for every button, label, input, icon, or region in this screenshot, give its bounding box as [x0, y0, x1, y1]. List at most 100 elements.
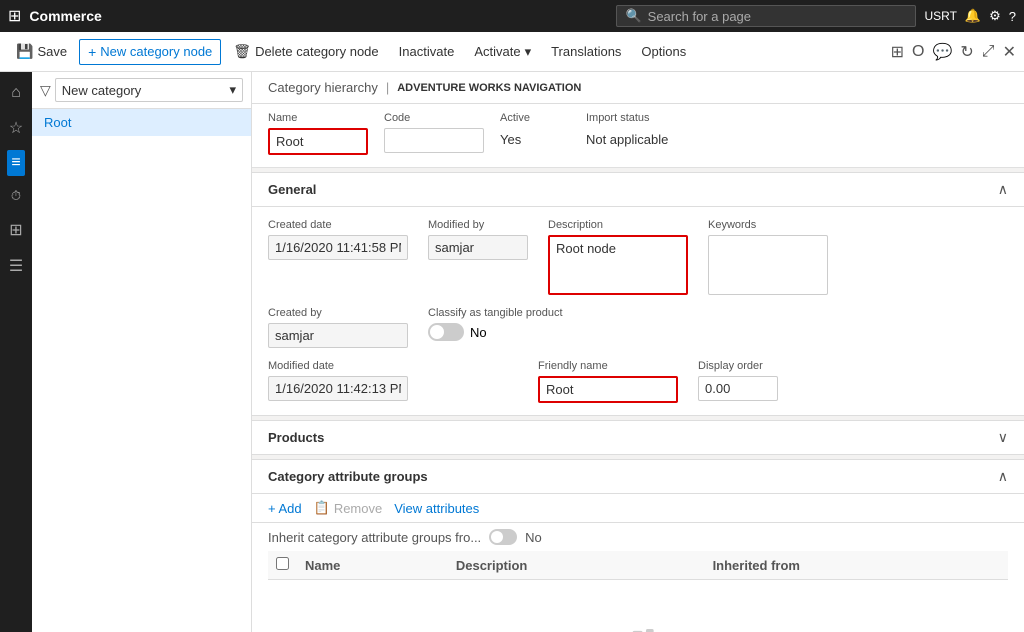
import-status-label: Import status [586, 112, 668, 124]
refresh-icon[interactable]: ↻ [960, 42, 973, 62]
sidebar-icons: ⌂ ☆ ≡ ⏱ ⊞ ☰ [0, 72, 32, 632]
classify-label: Classify as tangible product [428, 307, 563, 319]
attr-toolbar: + Add 📋 Remove View attributes [252, 494, 1024, 523]
office-icon[interactable]: O [912, 43, 924, 61]
name-field-group: Name [268, 112, 368, 155]
general-section-header[interactable]: General ∧ [252, 172, 1024, 207]
delete-icon: 🗑 [233, 43, 251, 60]
products-section-header[interactable]: Products ∨ [252, 420, 1024, 455]
tree-item-root-label: Root [44, 115, 71, 130]
dropdown-chevron-icon: ▾ [229, 82, 236, 98]
keywords-label: Keywords [708, 219, 828, 231]
general-section-content: Created date Modified by Description Roo… [252, 207, 1024, 416]
view-attributes-button[interactable]: View attributes [394, 501, 479, 516]
general-title: General [268, 182, 316, 197]
options-label: Options [641, 44, 686, 59]
display-order-group: Display order [698, 360, 778, 401]
delete-button[interactable]: 🗑 Delete category node [225, 39, 386, 64]
empty-state: 🗃 We didn't find anything to show here. [276, 586, 1000, 632]
description-textarea[interactable]: Root node [548, 235, 688, 295]
empty-icon: 🗃 [613, 626, 664, 632]
created-date-label: Created date [268, 219, 408, 231]
inactivate-button[interactable]: Inactivate [391, 40, 463, 63]
code-input[interactable] [384, 128, 484, 153]
top-nav-bar: ⊞ Commerce 🔍 Search for a page USRT 🔔 ⚙ … [0, 0, 1024, 32]
inherit-toggle[interactable] [489, 529, 517, 545]
description-group: Description Root node [548, 219, 688, 295]
filter-icon[interactable]: ▽ [40, 82, 51, 99]
save-button[interactable]: 💾 Save [8, 39, 75, 64]
new-category-label: New category node [100, 44, 212, 59]
expand-icon[interactable]: ⤢ [982, 43, 995, 61]
activate-button[interactable]: Activate ▾ [466, 40, 539, 64]
inherited-col-header: Inherited from [705, 551, 1008, 580]
recent-icon[interactable]: ⏱ [7, 184, 25, 208]
options-button[interactable]: Options [633, 40, 694, 63]
friendly-name-group: Friendly name [538, 360, 678, 403]
activate-chevron-icon: ▾ [525, 44, 532, 60]
display-order-input[interactable] [698, 376, 778, 401]
modified-date-group: Modified date [268, 360, 408, 401]
content-area: Category hierarchy | ADVENTURE WORKS NAV… [252, 72, 1024, 632]
inherit-toggle-value: No [525, 530, 542, 545]
view-label: View attributes [394, 501, 479, 516]
view-toggle-icon[interactable]: ⊞ [891, 42, 904, 62]
category-attr-section-header[interactable]: Category attribute groups ∧ [252, 459, 1024, 494]
inherit-row: Inherit category attribute groups fro...… [252, 523, 1024, 551]
keywords-textarea[interactable] [708, 235, 828, 295]
name-input[interactable] [268, 128, 368, 155]
translations-button[interactable]: Translations [543, 40, 629, 63]
category-dropdown-label: New category [62, 83, 141, 98]
modified-by-group: Modified by [428, 219, 528, 260]
inactivate-label: Inactivate [399, 44, 455, 59]
attr-table: Name Description Inherited from 🗃 We did… [252, 551, 1024, 632]
classify-group: Classify as tangible product No [428, 307, 563, 341]
nav-list-icon[interactable]: ≡ [7, 150, 24, 176]
search-placeholder: Search for a page [648, 9, 751, 24]
top-fields-row: Name Code Active Yes Import status Not a… [268, 112, 1008, 155]
list-icon[interactable]: ☰ [5, 252, 27, 280]
name-col-header: Name [297, 551, 448, 580]
help-icon[interactable]: ? [1009, 9, 1016, 24]
main-layout: ⌂ ☆ ≡ ⏱ ⊞ ☰ ▽ New category ▾ Root Catego… [0, 72, 1024, 632]
app-title: Commerce [29, 8, 616, 24]
code-label: Code [384, 112, 484, 124]
tree-item-root[interactable]: Root [32, 109, 251, 136]
breadcrumb-right: ADVENTURE WORKS NAVIGATION [397, 82, 581, 94]
checkbox-col-header [268, 551, 297, 580]
save-label: Save [37, 44, 67, 59]
add-button[interactable]: + Add [268, 501, 302, 516]
notifications-icon[interactable]: 💬 [932, 42, 952, 62]
import-status-value: Not applicable [586, 128, 668, 151]
description-label: Description [548, 219, 688, 231]
active-field-group: Active Yes [500, 112, 530, 151]
remove-button[interactable]: 📋 Remove [314, 500, 383, 516]
toggle-knob [430, 325, 444, 339]
general-chevron-icon: ∧ [998, 181, 1008, 198]
inherit-label: Inherit category attribute groups fro... [268, 530, 481, 545]
app-grid-icon[interactable]: ⊞ [8, 6, 21, 26]
classify-toggle[interactable] [428, 323, 464, 341]
bell-icon[interactable]: 🔔 [965, 8, 981, 24]
new-category-button[interactable]: + New category node [79, 39, 221, 65]
add-label: + Add [268, 501, 302, 516]
home-icon[interactable]: ⌂ [7, 80, 25, 106]
created-date-input [268, 235, 408, 260]
favorites-icon[interactable]: ☆ [5, 114, 27, 142]
plus-icon: + [88, 44, 96, 60]
select-all-checkbox[interactable] [276, 557, 289, 570]
gear-icon[interactable]: ⚙ [989, 8, 1001, 24]
friendly-name-label: Friendly name [538, 360, 678, 372]
modified-by-label: Modified by [428, 219, 528, 231]
friendly-name-input[interactable] [538, 376, 678, 403]
left-panel: ▽ New category ▾ Root [32, 72, 252, 632]
workspaces-icon[interactable]: ⊞ [5, 216, 26, 244]
category-dropdown[interactable]: New category ▾ [55, 78, 243, 102]
close-icon[interactable]: ✕ [1003, 42, 1016, 62]
search-bar[interactable]: 🔍 Search for a page [616, 5, 916, 27]
search-icon: 🔍 [625, 8, 641, 24]
products-title: Products [268, 430, 324, 445]
breadcrumb-separator: | [386, 80, 389, 95]
table-header-row: Name Description Inherited from [268, 551, 1008, 580]
toolbar-right-icons: ⊞ O 💬 ↻ ⤢ ✕ [891, 42, 1016, 62]
